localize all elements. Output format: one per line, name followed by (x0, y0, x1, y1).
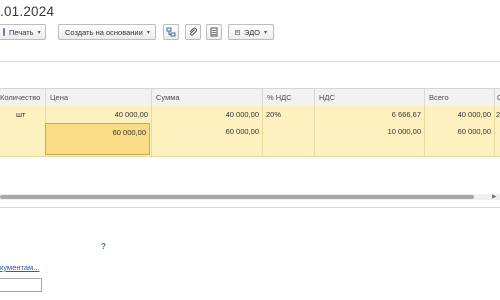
unit-cell[interactable] (12, 123, 45, 140)
document-list-icon (210, 27, 218, 37)
chevron-down-icon: ▾ (37, 29, 41, 36)
vat-rate-cell[interactable] (262, 123, 314, 140)
sum-cell[interactable]: 40 000,00 (151, 106, 262, 123)
column-header-price[interactable]: Цена (45, 89, 151, 106)
column-header-vat[interactable]: НДС (314, 89, 424, 106)
attachment-button[interactable] (185, 24, 201, 40)
toolbar-separator (0, 61, 500, 62)
column-header-extra[interactable]: С (494, 89, 500, 106)
comment-input[interactable] (0, 278, 42, 292)
help-icon[interactable]: ? (101, 242, 106, 251)
create-based-on-label: Создать на основании (65, 27, 143, 37)
document-title: .01.2024 (0, 4, 55, 19)
table-header: Количество Цена Сумма % НДС НДС Всего С (0, 88, 500, 107)
table-row[interactable]: шт 40 000,00 40 000,00 20% 6 666,67 40 0… (0, 106, 500, 123)
documents-link[interactable]: кументам... (0, 263, 39, 272)
vat-cell[interactable]: 6 666,67 (314, 106, 424, 123)
paperclip-icon (189, 27, 197, 36)
price-cell-value: 60 000,00 (112, 128, 146, 137)
extra-cell[interactable] (494, 123, 500, 140)
column-header-quantity[interactable]: Количество (0, 89, 45, 106)
structure-icon (166, 27, 176, 37)
scroll-right-arrow-icon[interactable]: ▶ (492, 193, 497, 200)
chevron-down-icon: ▾ (263, 29, 267, 36)
print-label: Печать (9, 27, 34, 37)
edo-label: ЭДО (243, 27, 260, 37)
column-header-vat-rate[interactable]: % НДС (262, 89, 314, 106)
chevron-down-icon: ▾ (146, 29, 150, 36)
edo-icon (235, 29, 240, 35)
table-bottom-separator (0, 207, 500, 208)
edo-button[interactable]: ЭДО ▾ (228, 24, 274, 40)
price-cell-active[interactable]: 60 000,00 (45, 123, 150, 155)
price-cell[interactable]: 40 000,00 (45, 106, 151, 123)
column-header-total[interactable]: Всего (424, 89, 494, 106)
print-button[interactable]: Печать ▾ (0, 24, 46, 40)
scrollbar-thumb[interactable] (0, 195, 474, 199)
vat-cell[interactable]: 10 000,00 (314, 123, 424, 140)
printer-icon (3, 28, 5, 36)
journal-button[interactable] (206, 24, 222, 40)
sum-cell[interactable]: 60 000,00 (151, 123, 262, 140)
create-based-on-button[interactable]: Создать на основании ▾ (58, 24, 156, 40)
extra-cell[interactable]: 2 (494, 106, 500, 123)
total-cell[interactable]: 60 000,00 (424, 123, 494, 140)
column-header-sum[interactable]: Сумма (151, 89, 262, 106)
vat-rate-cell[interactable]: 20% (262, 106, 314, 123)
unit-cell[interactable]: шт (12, 106, 45, 123)
structure-button[interactable] (163, 24, 179, 40)
total-cell[interactable]: 40 000,00 (424, 106, 494, 123)
